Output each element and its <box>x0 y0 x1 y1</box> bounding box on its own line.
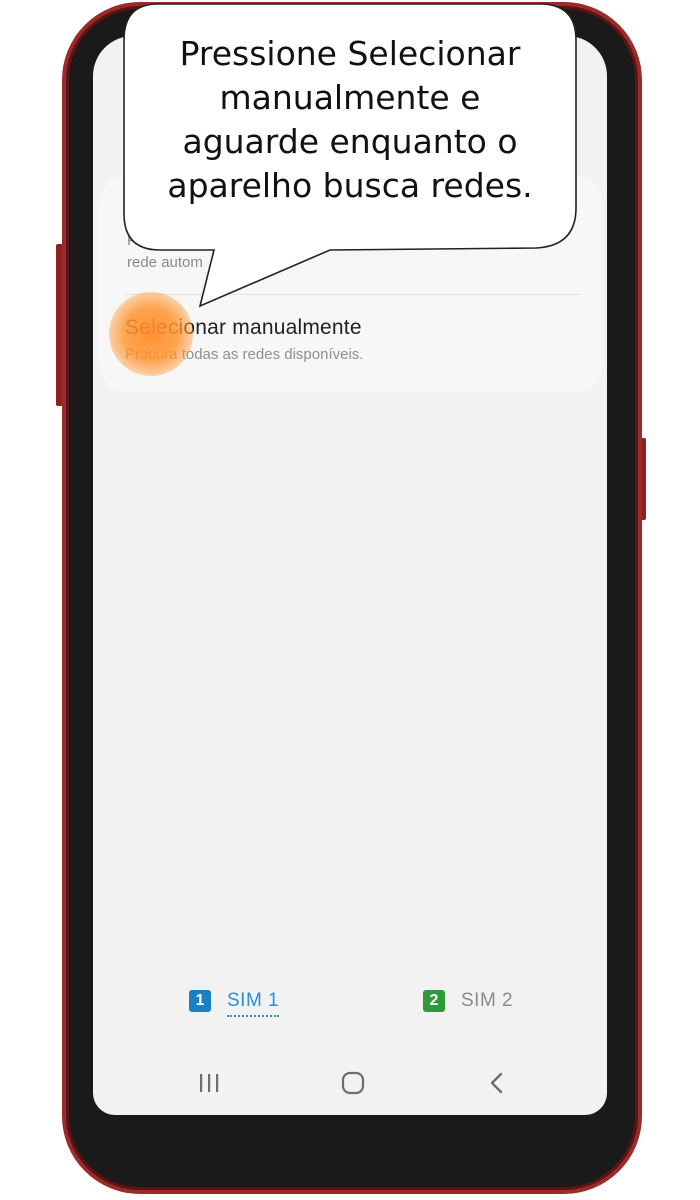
back-button[interactable] <box>477 1067 517 1099</box>
tutorial-stage: Pe rede autom Selecionar manualmente Pro… <box>0 0 700 1200</box>
sim-tabs: 1 SIM 1 2 SIM 2 <box>93 981 607 1021</box>
navigation-bar <box>93 1061 607 1105</box>
recents-icon <box>200 1074 219 1092</box>
select-manually-title: Selecionar manualmente <box>125 316 362 339</box>
home-icon <box>341 1071 365 1095</box>
select-manually-description: Procura todas as redes disponíveis. <box>125 346 364 363</box>
tap-indicator <box>109 292 193 376</box>
auto-select-description-line1: Pe <box>127 232 146 249</box>
back-icon <box>490 1072 503 1094</box>
auto-select-option[interactable]: Pe rede autom <box>127 230 567 274</box>
select-manually-option[interactable]: Selecionar manualmente Procura todas as … <box>125 316 585 363</box>
tab-sim-2-label: SIM 2 <box>461 990 514 1011</box>
divider <box>125 294 581 295</box>
phone-screen: Pe rede autom Selecionar manualmente Pro… <box>93 36 607 1115</box>
tab-sim-1[interactable]: 1 SIM 1 <box>189 981 280 1021</box>
auto-select-description-line2: rede autom <box>127 254 203 271</box>
tab-sim-1-label: SIM 1 <box>227 990 280 1017</box>
tab-sim-2[interactable]: 2 SIM 2 <box>423 981 513 1021</box>
sim-1-icon: 1 <box>189 990 211 1012</box>
home-button[interactable] <box>333 1067 373 1099</box>
sim-2-icon: 2 <box>423 990 445 1012</box>
recents-button[interactable] <box>189 1067 229 1099</box>
